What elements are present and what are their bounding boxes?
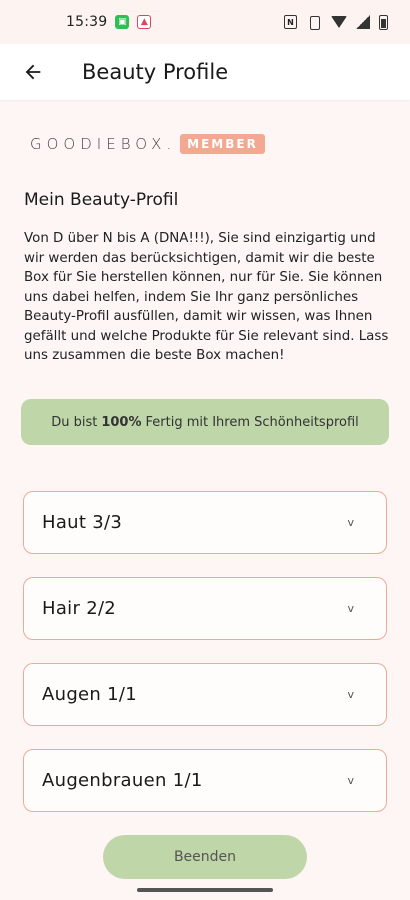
- finish-button[interactable]: Beenden: [103, 835, 307, 879]
- battery-icon: [379, 14, 388, 30]
- progress-prefix: Du bist: [51, 414, 98, 430]
- profile-title: Mein Beauty-Profil: [24, 190, 179, 210]
- chevron-down-icon: v: [347, 602, 354, 615]
- section-label: Augenbrauen 1/1: [42, 770, 203, 791]
- gallery-notification-icon: ▲: [137, 15, 152, 29]
- chevron-down-icon: v: [347, 774, 354, 787]
- section-label: Hair 2/2: [42, 598, 117, 619]
- signal-icon: [356, 15, 370, 29]
- nfc-icon: N: [284, 15, 297, 29]
- wifi-icon: [331, 16, 347, 28]
- vibrate-icon: [306, 15, 322, 30]
- page-title: Beauty Profile: [82, 60, 229, 84]
- back-button[interactable]: [17, 56, 49, 88]
- profile-intro-text: Von D über N bis A (DNA!!!), Sie sind ei…: [24, 231, 389, 363]
- brand-logo: GOODIEBOX. MEMBER: [30, 134, 265, 154]
- progress-suffix: Fertig mit Ihrem Schönheitsprofil: [145, 414, 359, 430]
- app-notification-icon: ▣: [115, 15, 130, 29]
- home-gesture-bar[interactable]: [137, 888, 273, 892]
- brand-name: GOODIEBOX.: [30, 135, 177, 153]
- section-skin[interactable]: Haut 3/3 v: [23, 491, 387, 554]
- section-label: Augen 1/1: [42, 684, 138, 705]
- chevron-down-icon: v: [347, 688, 354, 701]
- section-eyebrows[interactable]: Augenbrauen 1/1 v: [23, 749, 387, 812]
- section-label: Haut 3/3: [42, 512, 123, 533]
- chevron-down-icon: v: [347, 516, 354, 529]
- status-bar: 15:39 ▣ ▲ N: [0, 0, 410, 44]
- status-time: 15:39: [66, 14, 108, 30]
- section-hair[interactable]: Hair 2/2 v: [23, 577, 387, 640]
- progress-banner: Du bist 100% Fertig mit Ihrem Schönheits…: [21, 399, 389, 445]
- progress-percent: 100%: [101, 414, 142, 430]
- section-eyes[interactable]: Augen 1/1 v: [23, 663, 387, 726]
- arrow-left-icon: [25, 64, 41, 80]
- top-app-bar: Beauty Profile: [0, 44, 410, 100]
- member-badge: MEMBER: [180, 134, 265, 154]
